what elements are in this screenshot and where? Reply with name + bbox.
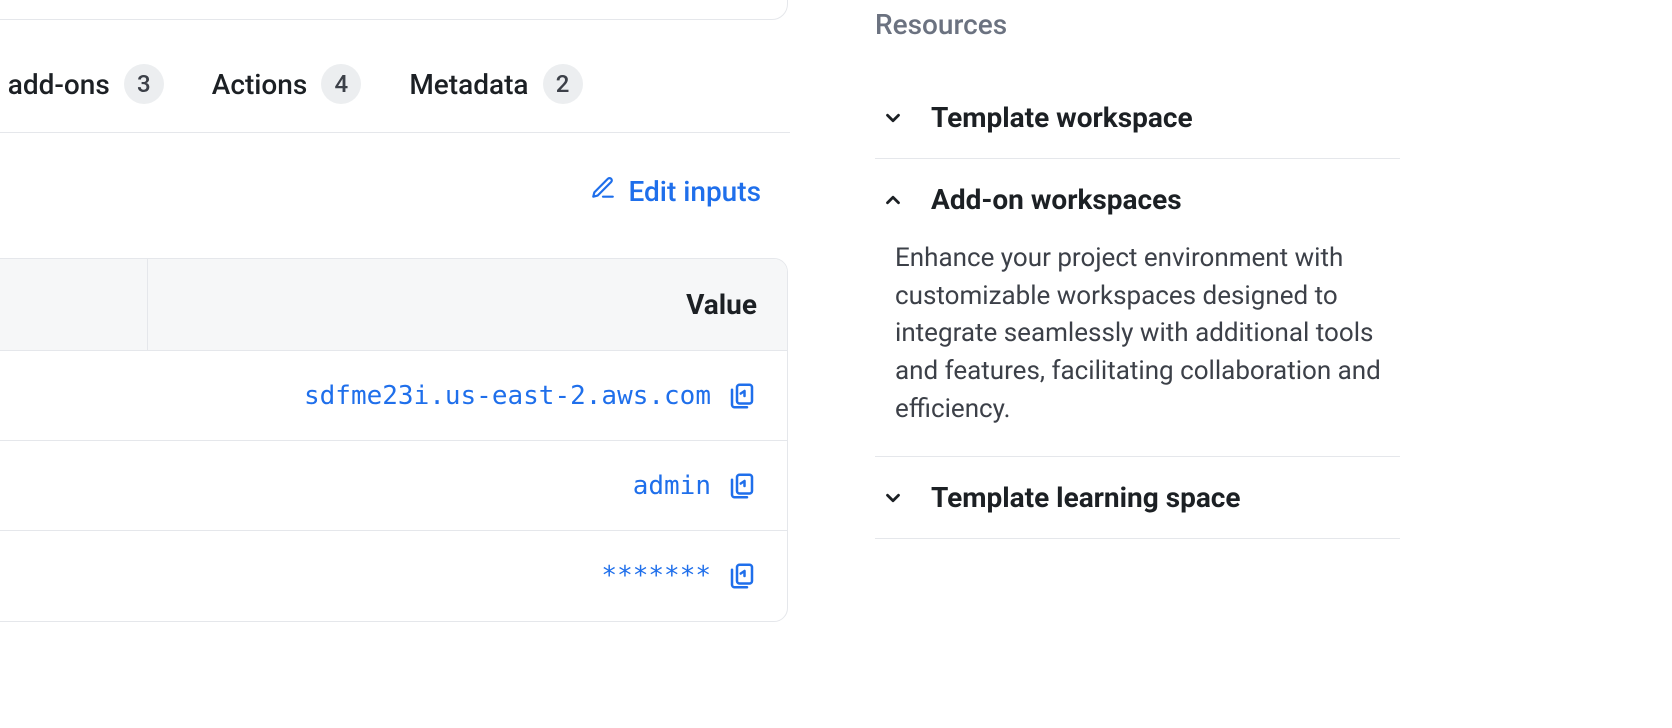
resources-sidebar: Resources Template workspace Add-on work… bbox=[875, 8, 1400, 539]
accordion-body: Enhance your project environment with cu… bbox=[875, 240, 1400, 456]
sidebar-title: Resources bbox=[875, 8, 1400, 41]
accordion-item-template-workspace: Template workspace bbox=[875, 77, 1400, 159]
chevron-down-icon bbox=[879, 104, 907, 132]
tab-badge: 4 bbox=[321, 64, 361, 104]
cell-value-password: ******* bbox=[601, 561, 711, 591]
tab-metadata[interactable]: Metadata 2 bbox=[409, 64, 582, 104]
partial-card-top bbox=[0, 0, 788, 20]
copy-icon[interactable] bbox=[727, 561, 757, 591]
tab-actions[interactable]: Actions 4 bbox=[212, 64, 362, 104]
tab-badge: 2 bbox=[543, 64, 583, 104]
accordion-header[interactable]: Template workspace bbox=[875, 77, 1400, 158]
edit-inputs-button[interactable]: Edit inputs bbox=[590, 175, 761, 208]
cell-value-username: admin bbox=[633, 471, 711, 501]
tab-label: Actions bbox=[212, 68, 308, 101]
copy-icon[interactable] bbox=[727, 381, 757, 411]
tab-label: Metadata bbox=[409, 68, 528, 101]
accordion-header[interactable]: Template learning space bbox=[875, 457, 1400, 538]
edit-inputs-row: Edit inputs bbox=[0, 175, 765, 208]
table-row: admin bbox=[0, 441, 787, 531]
edit-inputs-label: Edit inputs bbox=[628, 175, 761, 208]
tab-addons[interactable]: ed add-ons 3 bbox=[0, 64, 164, 104]
accordion-item-addon-workspaces: Add-on workspaces Enhance your project e… bbox=[875, 159, 1400, 457]
column-divider bbox=[147, 259, 148, 350]
table-row: sdfme23i.us-east-2.aws.com bbox=[0, 351, 787, 441]
table-row: ******* bbox=[0, 531, 787, 621]
inputs-table: Value sdfme23i.us-east-2.aws.com admin bbox=[0, 258, 788, 622]
accordion-label: Template workspace bbox=[931, 101, 1193, 134]
accordion-label: Add-on workspaces bbox=[931, 183, 1182, 216]
accordion-header[interactable]: Add-on workspaces bbox=[875, 159, 1400, 240]
chevron-down-icon bbox=[879, 484, 907, 512]
column-header-value: Value bbox=[686, 288, 757, 321]
cell-value-endpoint: sdfme23i.us-east-2.aws.com bbox=[304, 381, 711, 411]
tab-label: ed add-ons bbox=[0, 68, 110, 101]
table-header: Value bbox=[0, 259, 787, 351]
accordion-item-template-learning-space: Template learning space bbox=[875, 457, 1400, 539]
copy-icon[interactable] bbox=[727, 471, 757, 501]
accordion-label: Template learning space bbox=[931, 481, 1241, 514]
edit-icon bbox=[590, 175, 616, 208]
tab-badge: 3 bbox=[124, 64, 164, 104]
tabs-bar: ed add-ons 3 Actions 4 Metadata 2 bbox=[0, 64, 790, 133]
chevron-up-icon bbox=[879, 186, 907, 214]
